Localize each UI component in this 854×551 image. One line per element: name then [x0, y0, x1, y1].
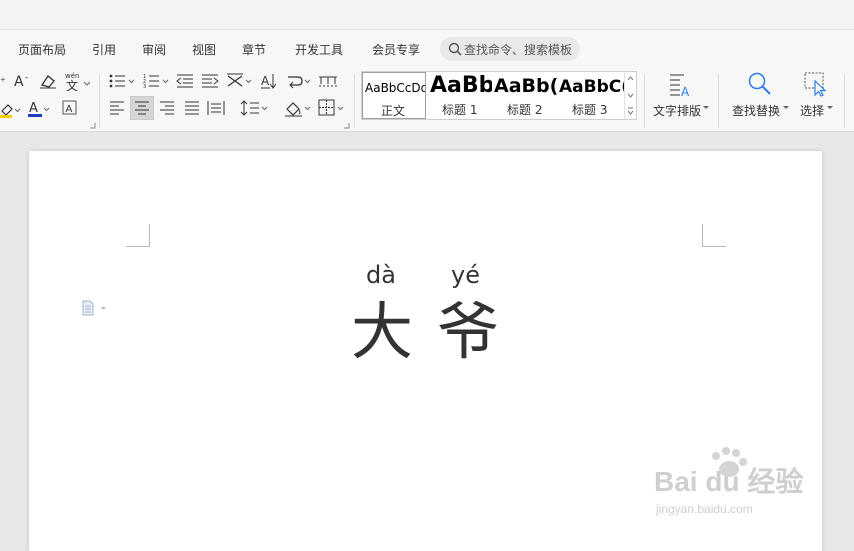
decrease-indent-icon[interactable]: [176, 73, 194, 89]
crop-mark-top-right: [702, 224, 726, 247]
separator: [644, 74, 645, 128]
font-group-launcher-icon[interactable]: [89, 122, 96, 129]
paragraph-layout-icon[interactable]: [81, 300, 107, 316]
svg-text:A: A: [261, 74, 270, 88]
numbered-list-icon[interactable]: 123: [143, 73, 171, 89]
svg-text:3: 3: [143, 84, 146, 89]
style-heading-1-sample: AaBb: [430, 73, 492, 98]
paragraph-group-launcher-icon[interactable]: [343, 122, 350, 129]
baidu-jingyan-watermark: Bai du 经验 jingyan.baidu.com: [654, 446, 844, 526]
svg-text:A: A: [66, 104, 73, 115]
command-search-placeholder: 查找命令、搜索模板: [464, 43, 573, 57]
grow-font-icon[interactable]: ⁺: [0, 73, 10, 89]
style-gallery: AaBbCcDd 正文 AaBb 标题 1 AaBb( 标题 2 AaBbC( …: [361, 71, 637, 120]
line-break-icon[interactable]: [286, 73, 312, 89]
chevron-down-icon: [783, 106, 789, 110]
borders-icon[interactable]: [318, 99, 348, 117]
svg-text:-: -: [25, 73, 28, 83]
title-bar: [0, 0, 854, 30]
svg-text:A: A: [14, 74, 24, 88]
menu-member-exclusive[interactable]: 会员专享: [372, 41, 420, 58]
find-replace-icon[interactable]: [747, 71, 773, 97]
justify-icon[interactable]: [183, 100, 201, 116]
chevron-down-icon: [703, 106, 709, 110]
svg-text:A: A: [681, 85, 690, 98]
font-color-icon[interactable]: A: [28, 100, 50, 118]
menu-page-layout[interactable]: 页面布局: [18, 41, 66, 58]
style-gallery-scroll[interactable]: [624, 72, 636, 119]
bullet-list-icon[interactable]: [108, 73, 136, 89]
watermark-url: jingyan.baidu.com: [656, 502, 753, 516]
select-icon[interactable]: [803, 71, 829, 97]
command-search[interactable]: 查找命令、搜索模板: [440, 37, 580, 61]
svg-text:文: 文: [66, 78, 78, 92]
align-right-icon[interactable]: [158, 100, 176, 116]
style-heading-3-sample: AaBbC(: [559, 77, 624, 97]
crop-mark-top-left: [126, 224, 150, 247]
style-heading-3[interactable]: AaBbC( 标题 3: [558, 72, 624, 119]
style-normal-label: 正文: [381, 104, 406, 118]
highlight-color-icon[interactable]: [0, 101, 22, 119]
menu-references[interactable]: 引用: [92, 41, 116, 58]
menu-bar: 页面布局 引用 审阅 视图 章节 开发工具 会员专享: [0, 30, 854, 68]
chevron-down-icon: [827, 106, 833, 110]
select-label[interactable]: 选择: [800, 102, 824, 119]
svg-text:⁺: ⁺: [0, 75, 6, 88]
text-layout-label[interactable]: 文字排版: [653, 102, 701, 119]
menu-developer-tools[interactable]: 开发工具: [295, 41, 343, 58]
phonetic-guide-icon[interactable]: wén 文: [64, 70, 90, 92]
svg-text:A: A: [29, 101, 38, 116]
menu-review[interactable]: 审阅: [142, 41, 166, 58]
menu-section[interactable]: 章节: [242, 41, 266, 58]
menu-view[interactable]: 视图: [192, 41, 216, 58]
separator: [718, 74, 719, 128]
style-heading-1[interactable]: AaBb 标题 1: [428, 72, 492, 119]
find-replace-label[interactable]: 查找替换: [732, 102, 780, 119]
line-spacing-icon[interactable]: [240, 99, 270, 117]
separator: [354, 74, 355, 128]
clear-format-icon[interactable]: [38, 73, 58, 89]
character-border-icon[interactable]: A: [62, 100, 78, 116]
style-normal[interactable]: AaBbCcDd 正文: [362, 72, 426, 119]
text-layout-icon[interactable]: A: [668, 72, 694, 98]
sort-icon[interactable]: A: [260, 72, 278, 90]
show-hide-marks-icon[interactable]: [318, 74, 338, 88]
separator: [844, 74, 845, 128]
style-heading-2-label: 标题 2: [507, 103, 543, 117]
distributed-align-icon[interactable]: [207, 100, 225, 116]
chinese-layout-icon[interactable]: [226, 72, 254, 90]
style-heading-3-label: 标题 3: [572, 103, 608, 117]
ribbon-toolbar: ⁺ A- wén 文 A A 123 A AaBbCcDd 正文 AaBb 标题…: [0, 68, 854, 132]
align-left-icon[interactable]: [108, 100, 126, 116]
search-icon: [448, 42, 462, 56]
align-center-button[interactable]: [130, 96, 154, 120]
chinese-character[interactable]: 大: [351, 281, 413, 371]
separator: [99, 74, 100, 128]
style-heading-2-sample: AaBb(: [494, 75, 557, 97]
increase-indent-icon[interactable]: [201, 73, 219, 89]
style-heading-2[interactable]: AaBb( 标题 2: [493, 72, 557, 119]
shading-icon[interactable]: [284, 99, 314, 117]
shrink-font-icon[interactable]: A-: [14, 72, 34, 88]
watermark-brand: Bai du 经验: [654, 466, 804, 497]
style-heading-1-label: 标题 1: [442, 103, 478, 117]
chinese-character[interactable]: 爷: [437, 281, 499, 371]
style-normal-sample: AaBbCcDd: [365, 81, 426, 95]
